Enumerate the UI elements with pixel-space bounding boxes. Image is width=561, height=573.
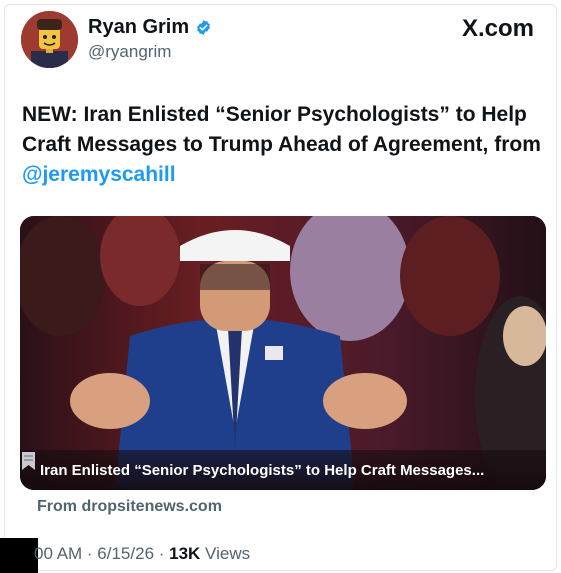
link-card-caption: Iran Enlisted “Senior Psychologists” to … [40,462,485,479]
link-card-image[interactable]: Iran Enlisted “Senior Psychologists” to … [20,216,546,490]
author-avatar[interactable] [21,11,78,68]
brand-label: X.com [462,15,534,43]
tweet-body: NEW: Iran Enlisted “Senior Psychologists… [22,103,541,156]
mention-link[interactable]: @jeremyscahill [22,163,176,186]
link-card-caption-bar: Iran Enlisted “Senior Psychologists” to … [20,450,546,490]
bookmark-icon[interactable] [20,450,37,472]
views-count: 13K [169,544,201,563]
tweet-card: Ryan Grim @ryangrim X.com NEW: Iran Enli… [4,4,557,571]
brand-text: X.com [461,15,534,42]
timestamp[interactable]: 00 AM · 6/15/26 · [34,544,169,563]
tweet-meta: 00 AM · 6/15/26 · 13K Views [34,544,250,564]
author-name[interactable]: Ryan Grim [88,16,212,39]
tweet-text: NEW: Iran Enlisted “Senior Psychologists… [22,100,542,190]
redaction-bar [0,538,38,573]
verified-badge-icon [197,20,211,35]
author-handle[interactable]: @ryangrim [88,42,171,62]
views-label: Views [200,544,251,563]
author-name-text: Ryan Grim [88,16,190,38]
lego-figure-avatar-icon [21,11,78,68]
news-photo-icon [20,216,546,490]
link-source[interactable]: From dropsitenews.com [37,498,222,516]
